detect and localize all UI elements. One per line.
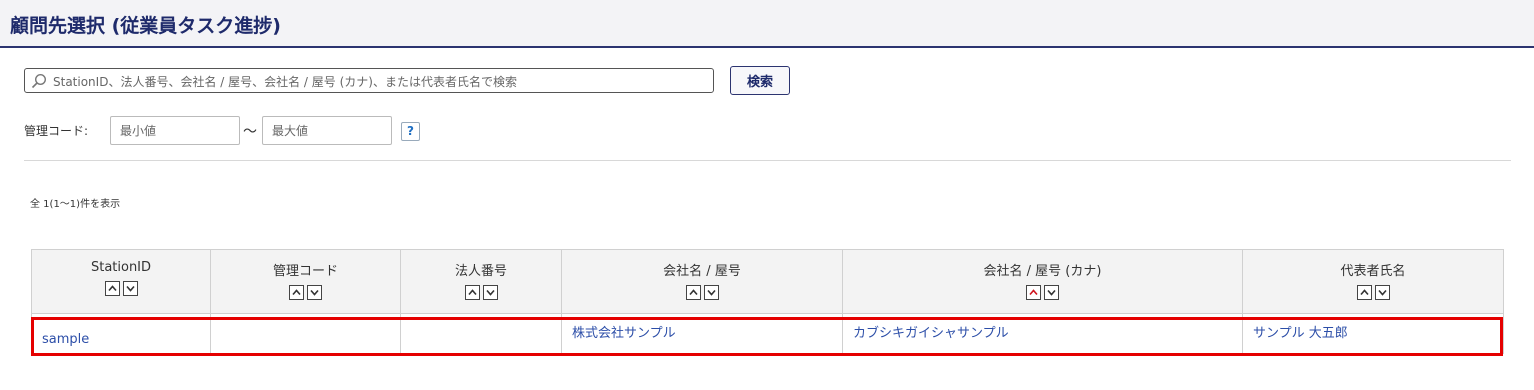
- column-header-code: 管理コード: [210, 249, 401, 314]
- chevron-up-icon: [107, 285, 117, 292]
- chevron-down-icon: [1047, 289, 1056, 296]
- column-label: 管理コード: [272, 264, 338, 279]
- sort-asc-button[interactable]: [104, 281, 120, 296]
- sort-desc-button[interactable]: [1044, 285, 1059, 300]
- sort-asc-button[interactable]: [289, 285, 304, 300]
- chevron-up-icon: [292, 289, 301, 296]
- range-separator: 〜: [243, 124, 257, 140]
- sort-asc-button[interactable]: [464, 285, 480, 300]
- chevron-up-icon: [1359, 289, 1369, 296]
- cell-representative[interactable]: サンプル 大五郎: [1242, 313, 1504, 354]
- chevron-down-icon: [706, 289, 716, 296]
- title-bar: 顧問先選択 (従業員タスク進捗): [0, 0, 1534, 48]
- code-min-input[interactable]: [110, 116, 240, 145]
- code-filter-label: 管理コード:: [24, 124, 89, 138]
- search-box[interactable]: [24, 68, 714, 93]
- chevron-down-icon: [1377, 289, 1387, 296]
- search-input[interactable]: [51, 71, 705, 92]
- column-header-station-id: StationID: [31, 249, 211, 314]
- result-count: 全 1(1〜1)件を表示: [30, 199, 121, 210]
- sort-desc-button[interactable]: [703, 285, 719, 300]
- sort-asc-button[interactable]: [685, 285, 701, 300]
- sort-desc-button[interactable]: [482, 285, 498, 300]
- sort-desc-button[interactable]: [1374, 285, 1390, 300]
- chevron-down-icon: [485, 289, 495, 296]
- sort-desc-button[interactable]: [122, 281, 138, 296]
- chevron-down-icon: [125, 285, 135, 292]
- column-header-company-kana: 会社名 / 屋号 (カナ): [842, 249, 1243, 314]
- column-header-corp-number: 法人番号: [400, 249, 562, 314]
- chevron-down-icon: [310, 289, 319, 296]
- column-label: StationID: [90, 260, 152, 275]
- chevron-up-icon: [1029, 289, 1038, 296]
- sort-desc-button[interactable]: [307, 285, 322, 300]
- sort-asc-button[interactable]: [1356, 285, 1372, 300]
- chevron-up-icon: [467, 289, 477, 296]
- cell-corp-number: [400, 313, 562, 354]
- help-icon[interactable]: ?: [401, 122, 420, 141]
- search-icon: [31, 73, 47, 89]
- cell-station-id[interactable]: sample: [31, 313, 211, 354]
- chevron-up-icon: [688, 289, 698, 296]
- sort-asc-button-active[interactable]: [1026, 285, 1041, 300]
- divider: [24, 160, 1511, 161]
- table-row[interactable]: sample 株式会社サンプル カブシキガイシャサンプル サンプル 大五郎: [31, 313, 1504, 354]
- column-header-company: 会社名 / 屋号: [561, 249, 843, 314]
- code-max-input[interactable]: [262, 116, 392, 145]
- column-label: 会社名 / 屋号 (カナ): [983, 264, 1102, 279]
- client-table: StationID 管理コード 法人番号 会社名 / 屋号 会社名 / 屋号 (…: [31, 249, 1504, 354]
- column-label: 代表者氏名: [1340, 264, 1406, 279]
- table-header-row: StationID 管理コード 法人番号 会社名 / 屋号 会社名 / 屋号 (…: [31, 249, 1504, 314]
- column-header-representative: 代表者氏名: [1242, 249, 1504, 314]
- cell-company-kana[interactable]: カブシキガイシャサンプル: [842, 313, 1243, 354]
- page-title: 顧問先選択 (従業員タスク進捗): [10, 15, 281, 37]
- column-label: 法人番号: [454, 264, 507, 279]
- cell-code: [210, 313, 401, 354]
- cell-company[interactable]: 株式会社サンプル: [561, 313, 843, 354]
- search-button[interactable]: 検索: [730, 66, 790, 95]
- column-label: 会社名 / 屋号: [663, 264, 741, 279]
